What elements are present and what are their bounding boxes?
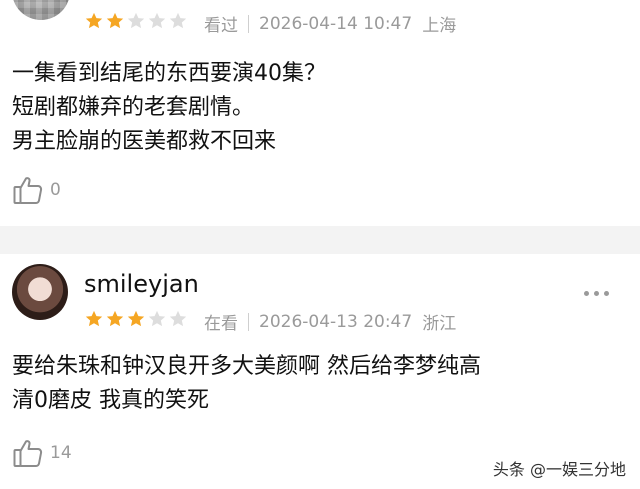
watermark: 头条 @一娱三分地 (492, 460, 626, 479)
like-button[interactable]: 0 (12, 174, 61, 206)
more-dots-icon[interactable] (584, 291, 609, 296)
thumbs-up-icon (12, 437, 44, 469)
comment-datetime: 2026-04-13 20:47 (259, 311, 413, 332)
comment-line: 男主脸崩的医美都救不回来 (12, 129, 277, 154)
meta-divider (248, 14, 249, 33)
comment-line: 一集看到结尾的东西要演40集？ (12, 61, 326, 86)
watch-status: 在看 (204, 314, 238, 334)
like-button[interactable]: 14 (12, 437, 72, 469)
like-count: 14 (50, 443, 72, 463)
like-count: 0 (50, 180, 61, 200)
star-icon (105, 309, 125, 329)
comment-location: 上海 (422, 16, 457, 36)
rating-stars (84, 11, 188, 31)
star-icon (84, 309, 104, 329)
watch-status: 看过 (204, 16, 238, 36)
star-icon (126, 309, 146, 329)
star-icon (147, 309, 167, 329)
comment-meta: 看过 2026-04-14 10:47 上海 (204, 11, 457, 37)
star-icon (84, 11, 104, 31)
section-divider (0, 226, 640, 254)
star-icon (147, 11, 167, 31)
avatar[interactable] (12, 0, 70, 20)
comment-line: 要给朱珠和钟汉良开多大美颜啊 然后给李梦纯高 (12, 354, 481, 379)
rating-stars (84, 309, 188, 329)
star-icon (105, 11, 125, 31)
comment-datetime: 2026-04-14 10:47 (259, 13, 413, 34)
thumbs-up-icon (12, 174, 44, 206)
comment-body: 要给朱珠和钟汉良开多大美颜啊 然后给李梦纯高 清0磨皮 我真的笑死 (12, 350, 481, 418)
star-icon (168, 11, 188, 31)
comment-location: 浙江 (422, 314, 457, 334)
avatar[interactable] (12, 264, 68, 320)
comment-line: 短剧都嫌弃的老套剧情。 (12, 95, 255, 120)
comment-body: 一集看到结尾的东西要演40集？ 短剧都嫌弃的老套剧情。 男主脸崩的医美都救不回来 (12, 57, 326, 159)
comment-line: 清0磨皮 我真的笑死 (12, 388, 209, 413)
star-icon (126, 11, 146, 31)
star-icon (168, 309, 188, 329)
meta-divider (248, 312, 249, 331)
username[interactable]: smileyjan (84, 270, 199, 298)
comment-meta: 在看 2026-04-13 20:47 浙江 (204, 309, 457, 335)
